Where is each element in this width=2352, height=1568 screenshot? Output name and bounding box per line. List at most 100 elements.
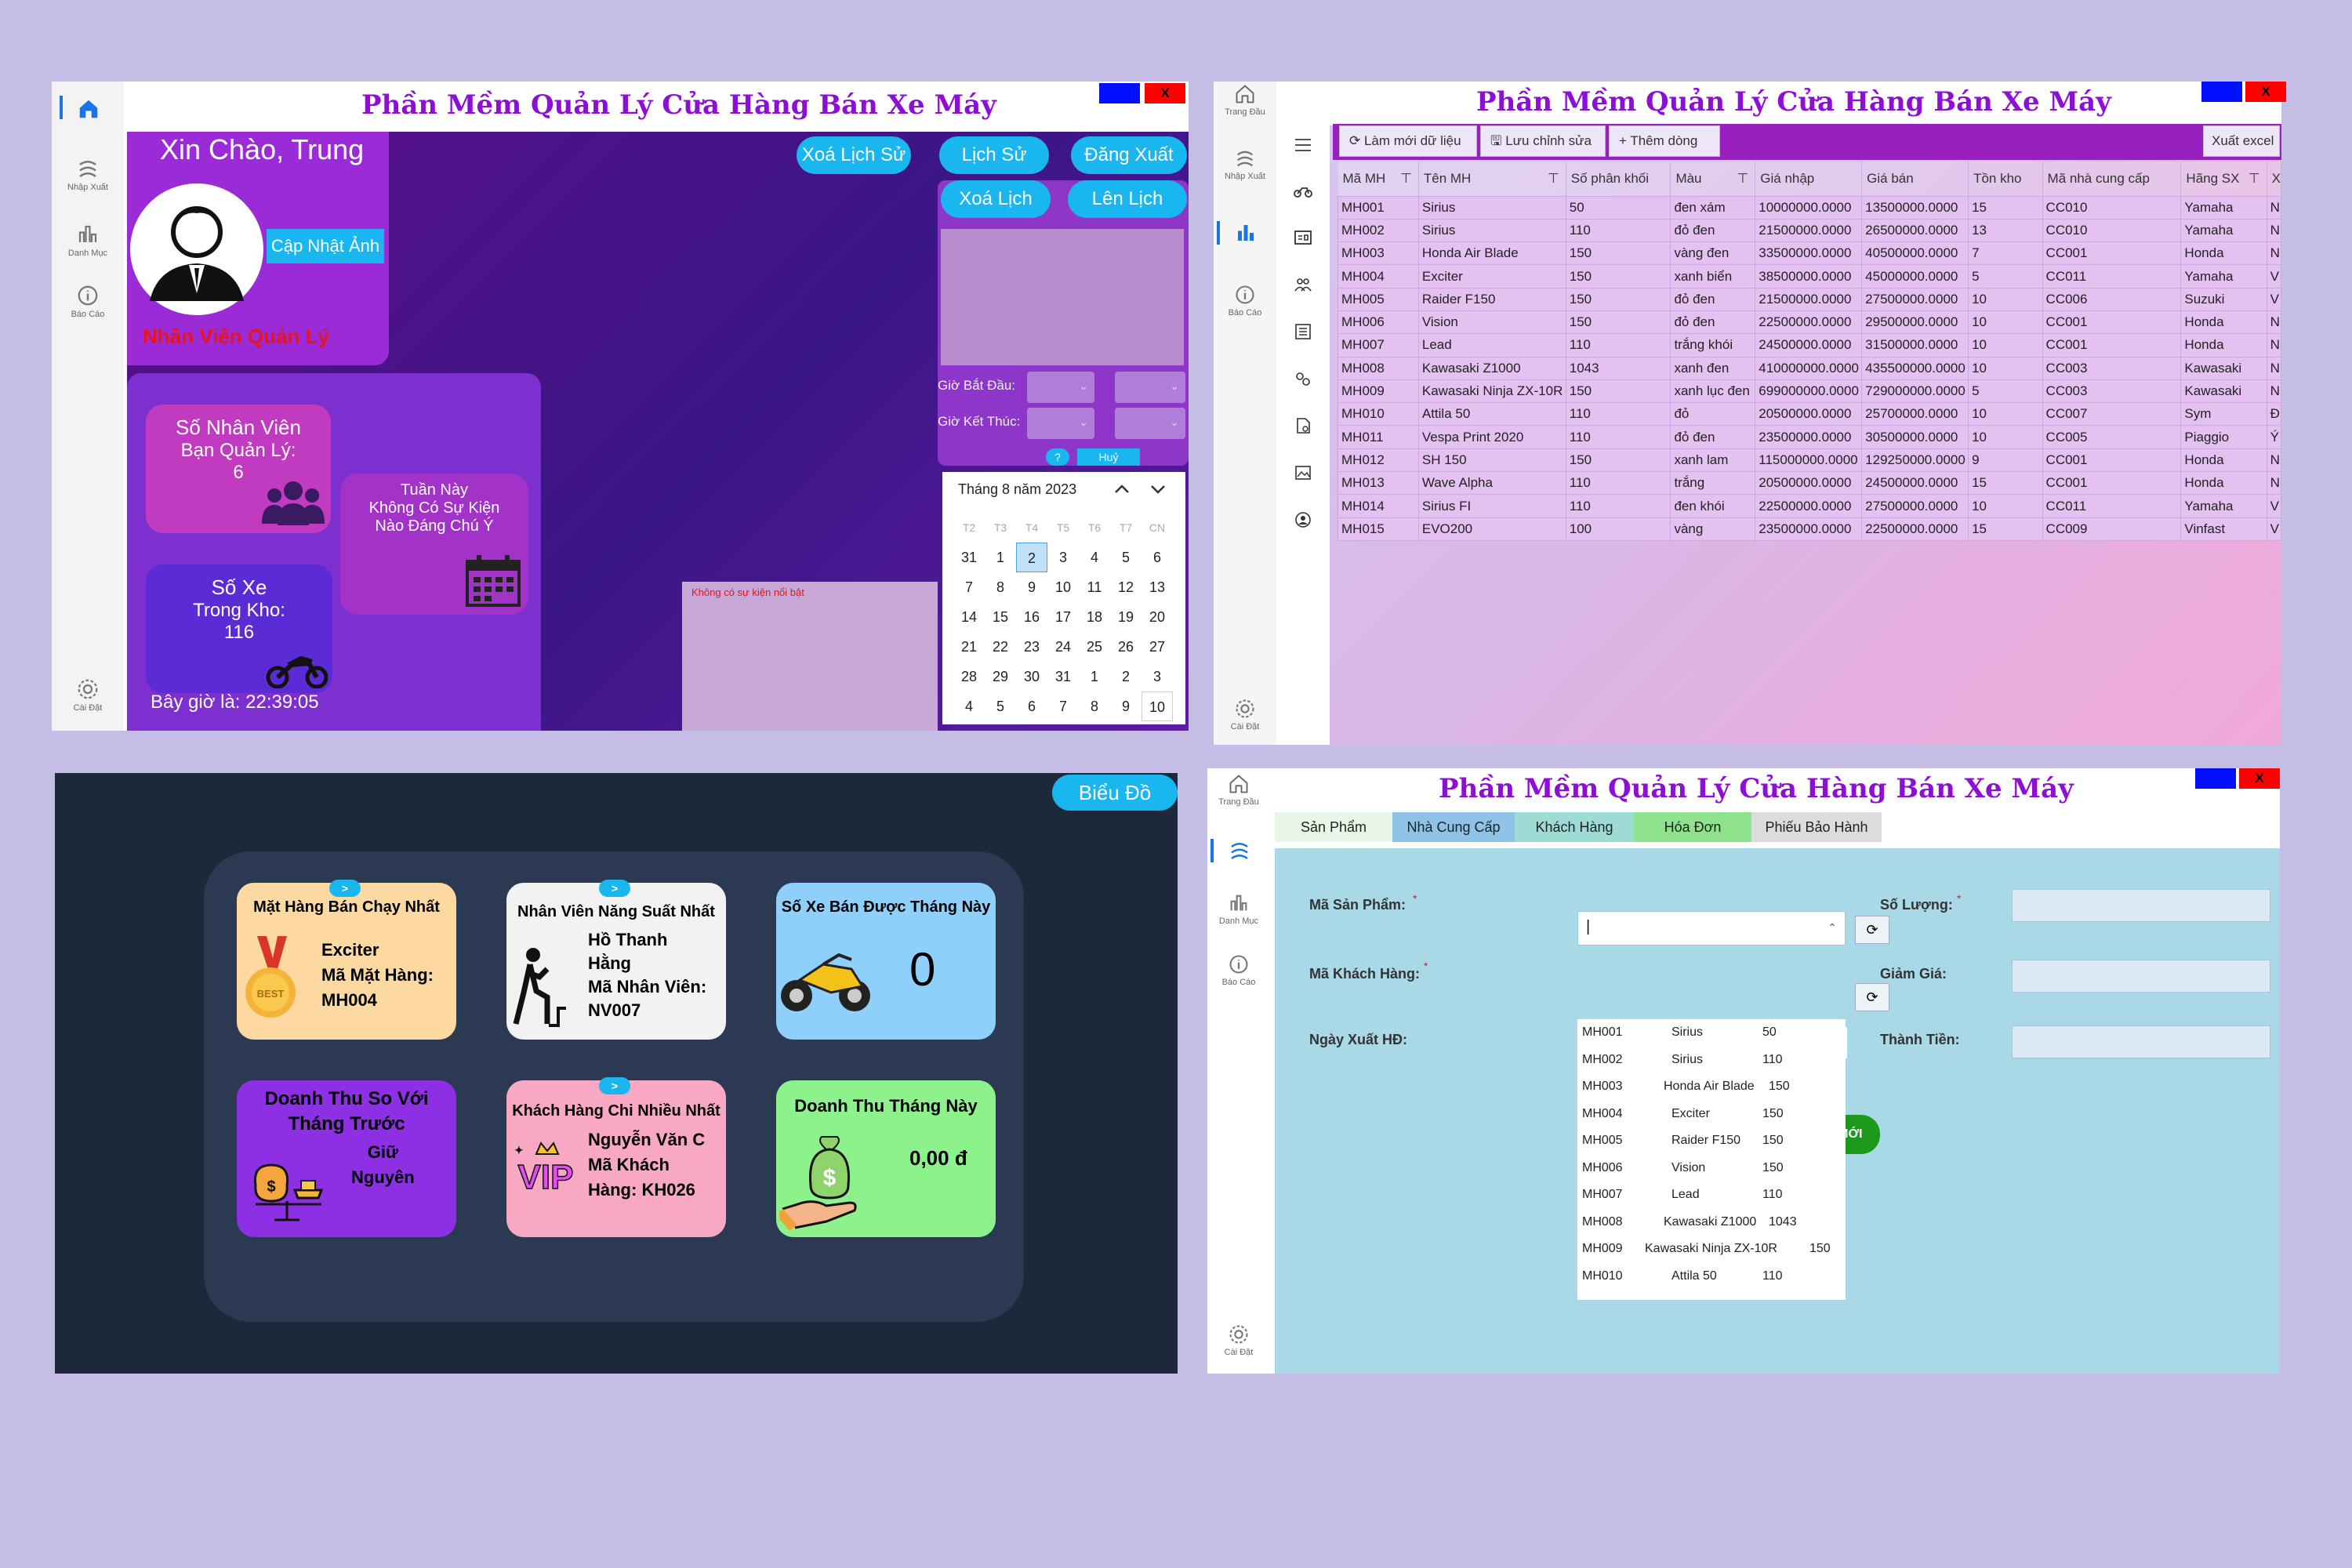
table-cell[interactable]: xanh đen xyxy=(1670,356,1756,380)
table-cell[interactable]: MH002 xyxy=(1338,218,1419,243)
users-icon[interactable] xyxy=(1294,276,1312,293)
table-cell[interactable]: MH001 xyxy=(1338,195,1419,220)
table-cell[interactable]: CC001 xyxy=(2042,310,2182,335)
table-cell[interactable]: đỏ xyxy=(1670,402,1756,426)
nav-catalog[interactable]: Danh Mục xyxy=(55,223,121,258)
table-cell[interactable]: Kawasaki Z1000 xyxy=(1417,356,1566,380)
table-cell[interactable]: 29500000.0000 xyxy=(1861,310,1969,335)
table-cell[interactable]: MH012 xyxy=(1338,448,1419,473)
table-cell[interactable]: Vision xyxy=(1417,310,1566,335)
table-cell[interactable]: 10 xyxy=(1968,287,2043,311)
table-row[interactable]: MH007 Lead 110 trắng khói 24500000.0000 31500… xyxy=(1338,333,2282,358)
table-cell[interactable]: 150 xyxy=(1565,379,1671,404)
nav-home[interactable]: Trang Đầu xyxy=(1210,773,1267,807)
table-cell[interactable]: CC001 xyxy=(2042,448,2182,473)
table-row[interactable]: MH011 Vespa Print 2020 110 đỏ đen 23500000.0… xyxy=(1338,425,2282,449)
calendar-day[interactable]: 5 xyxy=(985,691,1016,721)
table-cell[interactable]: 20500000.0000 xyxy=(1755,471,1863,495)
column-header[interactable]: Số phân khối xyxy=(1566,162,1671,196)
table-row[interactable]: MH005 Raider F150 150 đỏ đen 21500000.0000 27… xyxy=(1338,287,2282,311)
table-cell[interactable]: 5 xyxy=(1968,264,2043,289)
table-cell[interactable]: Kawasaki xyxy=(2180,356,2267,380)
table-cell[interactable]: 100 xyxy=(1565,517,1671,541)
history-button[interactable]: Lịch Sử xyxy=(939,136,1049,174)
table-row[interactable]: MH001 Sirius 50 đen xám 10000000.0000 1350000… xyxy=(1338,195,2282,220)
home-icon[interactable] xyxy=(77,97,100,121)
detail-arrow-button[interactable]: > xyxy=(599,1077,630,1094)
chart-button[interactable]: Biểu Đồ xyxy=(1052,775,1178,811)
tab-warranty[interactable]: Phiếu Bảo Hành xyxy=(1751,812,1882,842)
tab-invoices[interactable]: Hóa Đơn xyxy=(1634,812,1751,842)
dropdown-item[interactable]: MH008 Kawasaki Z1000 1043 xyxy=(1577,1209,1846,1236)
table-cell[interactable]: Yamaha xyxy=(2180,264,2267,289)
table-cell[interactable]: 13 xyxy=(1968,218,2043,243)
table-cell[interactable]: đỏ đen xyxy=(1670,287,1756,311)
column-header[interactable]: Hãng SX ⊤ xyxy=(2180,162,2267,196)
table-cell[interactable]: 110 xyxy=(1565,425,1671,449)
calendar-day[interactable]: 2 xyxy=(1110,662,1142,691)
table-row[interactable]: MH006 Vision 150 đỏ đen 22500000.0000 2950000… xyxy=(1338,310,2282,335)
calendar-day[interactable]: 7 xyxy=(1047,691,1079,721)
nav-settings[interactable]: Cài Đặt xyxy=(1214,698,1276,731)
table-cell[interactable]: Yamaha xyxy=(2180,218,2267,243)
end-hour-select[interactable]: ⌄ xyxy=(1027,408,1094,439)
calendar-day[interactable]: 3 xyxy=(1142,662,1173,691)
table-cell[interactable]: MH003 xyxy=(1338,241,1419,266)
calendar-day[interactable]: 28 xyxy=(953,662,985,691)
table-cell[interactable]: N xyxy=(2266,471,2282,495)
table-cell[interactable]: Kawasaki xyxy=(2180,379,2267,404)
table-cell[interactable]: 10 xyxy=(1968,310,2043,335)
column-header[interactable]: Tồn kho xyxy=(1968,162,2043,196)
table-cell[interactable]: Sirius FI xyxy=(1417,494,1566,518)
calendar-day[interactable]: 4 xyxy=(1079,543,1110,572)
dropdown-item[interactable]: MH010 Attila 50 110 xyxy=(1577,1263,1846,1290)
nav-catalog[interactable]: Danh Mục xyxy=(1210,892,1267,926)
table-cell[interactable]: 115000000.0000 xyxy=(1755,448,1863,473)
nav-settings[interactable]: Cài Đặt xyxy=(55,677,121,713)
flow-icon[interactable] xyxy=(1228,839,1251,862)
close-button[interactable]: X xyxy=(2239,768,2280,789)
table-cell[interactable]: Đ xyxy=(2266,402,2282,426)
column-header[interactable]: Màu ⊤ xyxy=(1670,162,1756,196)
table-cell[interactable]: N xyxy=(2266,333,2282,358)
table-cell[interactable]: 110 xyxy=(1565,402,1671,426)
table-cell[interactable]: Honda xyxy=(2180,310,2267,335)
table-cell[interactable]: Honda Air Blade xyxy=(1417,241,1566,266)
table-cell[interactable]: 10 xyxy=(1968,425,2043,449)
table-cell[interactable]: 10000000.0000 xyxy=(1755,195,1863,220)
detail-arrow-button[interactable]: > xyxy=(599,880,630,897)
table-cell[interactable]: 26500000.0000 xyxy=(1861,218,1969,243)
table-cell[interactable]: CC003 xyxy=(2042,356,2182,380)
table-cell[interactable]: 50 xyxy=(1565,195,1671,220)
detail-arrow-button[interactable]: > xyxy=(329,880,361,897)
table-cell[interactable]: 10 xyxy=(1968,333,2043,358)
nav-report[interactable]: Báo Cáo xyxy=(1210,953,1267,987)
calendar-day[interactable]: 23 xyxy=(1016,632,1047,662)
filter-icon[interactable]: ⊤ xyxy=(2249,171,2260,187)
table-cell[interactable]: CC010 xyxy=(2042,218,2182,243)
table-cell[interactable]: 150 xyxy=(1565,448,1671,473)
table-cell[interactable]: 25700000.0000 xyxy=(1861,402,1969,426)
table-cell[interactable]: Sym xyxy=(2180,402,2267,426)
table-cell[interactable]: 22500000.0000 xyxy=(1861,517,1969,541)
menu-icon[interactable] xyxy=(1294,136,1312,154)
table-cell[interactable]: N xyxy=(2266,195,2282,220)
table-cell[interactable]: 24500000.0000 xyxy=(1755,333,1863,358)
calendar-day[interactable]: 19 xyxy=(1110,602,1142,632)
table-cell[interactable]: xanh lam xyxy=(1670,448,1756,473)
filter-icon[interactable]: ⊤ xyxy=(1400,171,1412,187)
calendar-day[interactable]: 5 xyxy=(1110,543,1142,572)
table-cell[interactable]: MH014 xyxy=(1338,494,1419,518)
dropdown-item[interactable]: MH004 Exciter 150 xyxy=(1577,1101,1846,1128)
table-cell[interactable]: 10 xyxy=(1968,356,2043,380)
calendar-day[interactable]: 17 xyxy=(1047,602,1079,632)
table-cell[interactable]: Yamaha xyxy=(2180,494,2267,518)
table-cell[interactable]: MH004 xyxy=(1338,264,1419,289)
table-cell[interactable]: 24500000.0000 xyxy=(1861,471,1969,495)
table-cell[interactable]: Vinfast xyxy=(2180,517,2267,541)
table-cell[interactable]: đỏ đen xyxy=(1670,218,1756,243)
table-cell[interactable]: 20500000.0000 xyxy=(1755,402,1863,426)
table-cell[interactable]: N xyxy=(2266,448,2282,473)
table-cell[interactable]: MH010 xyxy=(1338,402,1419,426)
nav-settings[interactable]: Cài Đặt xyxy=(1210,1323,1267,1357)
